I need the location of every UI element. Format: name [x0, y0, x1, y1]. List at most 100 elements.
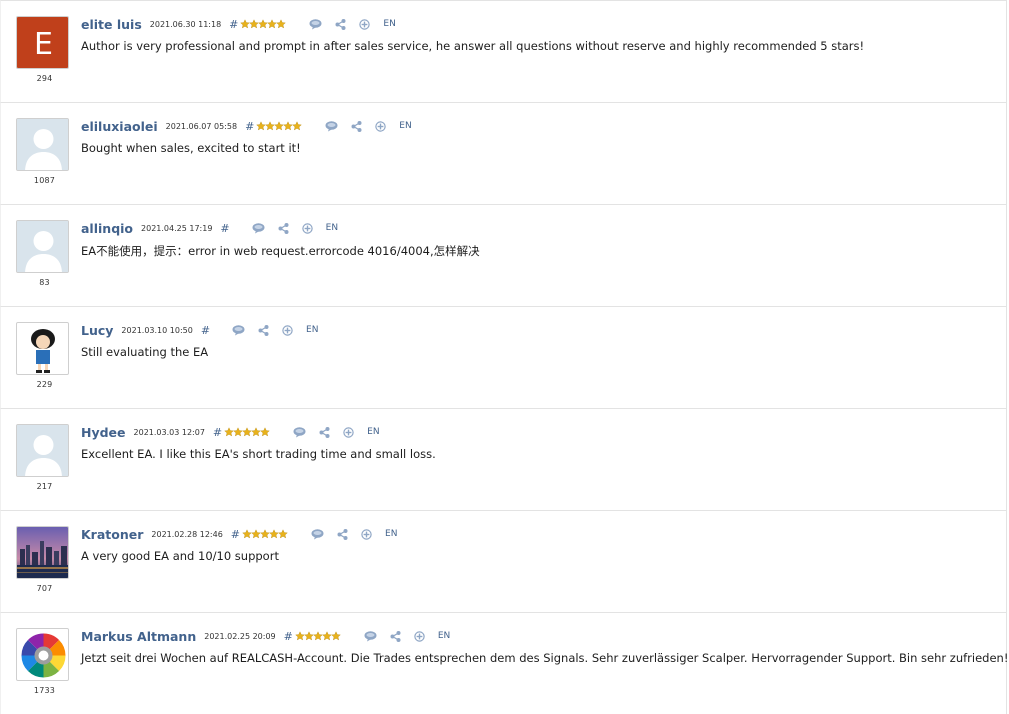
- review-actions: EN: [364, 630, 450, 642]
- share-icon[interactable]: [258, 324, 269, 336]
- author-name-link[interactable]: elite luis: [81, 17, 142, 32]
- svg-text:E: E: [34, 27, 53, 62]
- reviews-list: E 294 elite luis 2021.06.30 11:18 # EN A…: [0, 0, 1009, 714]
- review-date: 2021.06.07 05:58: [165, 121, 238, 131]
- add-icon[interactable]: [282, 324, 293, 336]
- review-item: 1733 Markus Altmann 2021.02.25 20:09 # E…: [0, 612, 1009, 714]
- author-rating-count: 83: [39, 278, 50, 287]
- review-item: 1087 eliluxiaolei 2021.06.07 05:58 # EN …: [0, 102, 1007, 204]
- review-actions: EN: [325, 120, 412, 132]
- review-text: Excellent EA. I like this EA's short tra…: [81, 447, 436, 461]
- review-item: 229 Lucy 2021.03.10 10:50 # EN Still eva…: [0, 306, 1007, 408]
- review-item: 707 Kratoner 2021.02.28 12:46 # EN A ver…: [0, 510, 1007, 612]
- author-name-link[interactable]: allinqio: [81, 221, 133, 236]
- author-rating-count: 1733: [33, 686, 56, 695]
- share-icon[interactable]: [335, 18, 346, 30]
- avatar[interactable]: E: [16, 16, 69, 69]
- rating-stars: [242, 529, 289, 539]
- add-icon[interactable]: [301, 222, 313, 234]
- author-rating-count: 1087: [33, 176, 56, 185]
- review-text: EA不能使用，提示：error in web request.errorcode…: [81, 244, 480, 258]
- permalink-hash[interactable]: #: [284, 630, 293, 643]
- review-date: 2021.02.28 12:46: [151, 529, 223, 539]
- review-header: Kratoner 2021.02.28 12:46 # EN: [81, 525, 397, 543]
- review-actions: EN: [309, 18, 396, 30]
- author-name-link[interactable]: Kratoner: [81, 527, 143, 542]
- comment-icon[interactable]: [309, 18, 322, 30]
- review-text: Bought when sales, excited to start it!: [81, 141, 301, 155]
- translate-lang-link[interactable]: EN: [326, 223, 338, 233]
- translate-lang-link[interactable]: EN: [383, 19, 395, 29]
- translate-lang-link[interactable]: EN: [438, 631, 450, 641]
- add-icon[interactable]: [414, 630, 425, 642]
- author-name-link[interactable]: Lucy: [81, 323, 113, 338]
- review-date: 2021.04.25 17:19: [141, 223, 213, 233]
- comment-icon[interactable]: [232, 324, 245, 336]
- review-header: Markus Altmann 2021.02.25 20:09 # EN: [81, 627, 450, 645]
- author-name-link[interactable]: eliluxiaolei: [81, 119, 158, 134]
- translate-lang-link[interactable]: EN: [306, 325, 318, 335]
- review-text: A very good EA and 10/10 support: [81, 549, 279, 563]
- add-icon[interactable]: [359, 18, 371, 30]
- review-item: E 294 elite luis 2021.06.30 11:18 # EN A…: [0, 0, 1007, 102]
- avatar[interactable]: [16, 628, 69, 681]
- permalink-hash[interactable]: #: [245, 120, 254, 133]
- author-avatar-block: 229: [16, 322, 73, 389]
- review-actions: EN: [232, 324, 318, 336]
- review-header: Lucy 2021.03.10 10:50 # EN: [81, 321, 318, 339]
- comment-icon[interactable]: [293, 426, 306, 438]
- author-name-link[interactable]: Hydee: [81, 425, 126, 440]
- share-icon[interactable]: [278, 222, 289, 234]
- share-icon[interactable]: [351, 120, 362, 132]
- add-icon[interactable]: [361, 528, 372, 540]
- avatar[interactable]: [16, 526, 69, 579]
- avatar[interactable]: [16, 118, 69, 171]
- rating-stars: [295, 631, 342, 641]
- translate-lang-link[interactable]: EN: [385, 529, 397, 539]
- review-header: eliluxiaolei 2021.06.07 05:58 # EN: [81, 117, 412, 135]
- comment-icon[interactable]: [325, 120, 338, 132]
- permalink-hash[interactable]: #: [229, 18, 238, 31]
- review-actions: EN: [293, 426, 380, 438]
- avatar[interactable]: [16, 322, 69, 375]
- author-rating-count: 217: [36, 482, 53, 491]
- review-date: 2021.02.25 20:09: [204, 631, 276, 641]
- review-item: 217 Hydee 2021.03.03 12:07 # EN Excellen…: [0, 408, 1007, 510]
- author-rating-count: 707: [36, 584, 53, 593]
- permalink-hash[interactable]: #: [231, 528, 240, 541]
- review-actions: EN: [252, 222, 338, 234]
- author-name-link[interactable]: Markus Altmann: [81, 629, 196, 644]
- comment-icon[interactable]: [364, 630, 377, 642]
- add-icon[interactable]: [343, 426, 354, 438]
- permalink-hash[interactable]: #: [201, 324, 210, 337]
- author-avatar-block: 1087: [16, 118, 73, 185]
- review-actions: EN: [311, 528, 397, 540]
- rating-stars: [240, 19, 287, 29]
- comment-icon[interactable]: [311, 528, 324, 540]
- avatar[interactable]: [16, 424, 69, 477]
- rating-stars: [224, 427, 271, 437]
- translate-lang-link[interactable]: EN: [367, 427, 379, 437]
- review-header: allinqio 2021.04.25 17:19 # EN: [81, 219, 338, 237]
- review-date: 2021.03.10 10:50: [121, 325, 193, 335]
- author-avatar-block: 83: [16, 220, 73, 287]
- author-rating-count: 294: [36, 74, 53, 83]
- review-date: 2021.06.30 11:18: [149, 19, 222, 29]
- comment-icon[interactable]: [252, 222, 265, 234]
- review-item: 83 allinqio 2021.04.25 17:19 # EN EA不能使用…: [0, 204, 1007, 306]
- review-header: elite luis 2021.06.30 11:18 # EN: [81, 15, 396, 33]
- permalink-hash[interactable]: #: [220, 222, 229, 235]
- author-avatar-block: E 294: [16, 16, 73, 83]
- permalink-hash[interactable]: #: [213, 426, 222, 439]
- review-text: Still evaluating the EA: [81, 345, 209, 359]
- avatar[interactable]: [16, 220, 69, 273]
- share-icon[interactable]: [337, 528, 348, 540]
- translate-lang-link[interactable]: EN: [399, 121, 411, 131]
- author-avatar-block: 707: [16, 526, 73, 593]
- review-text: Jetzt seit drei Wochen auf REALCASH-Acco…: [81, 651, 1009, 665]
- author-rating-count: 229: [36, 380, 53, 389]
- review-date: 2021.03.03 12:07: [133, 427, 205, 437]
- add-icon[interactable]: [375, 120, 386, 132]
- share-icon[interactable]: [319, 426, 330, 438]
- share-icon[interactable]: [390, 630, 401, 642]
